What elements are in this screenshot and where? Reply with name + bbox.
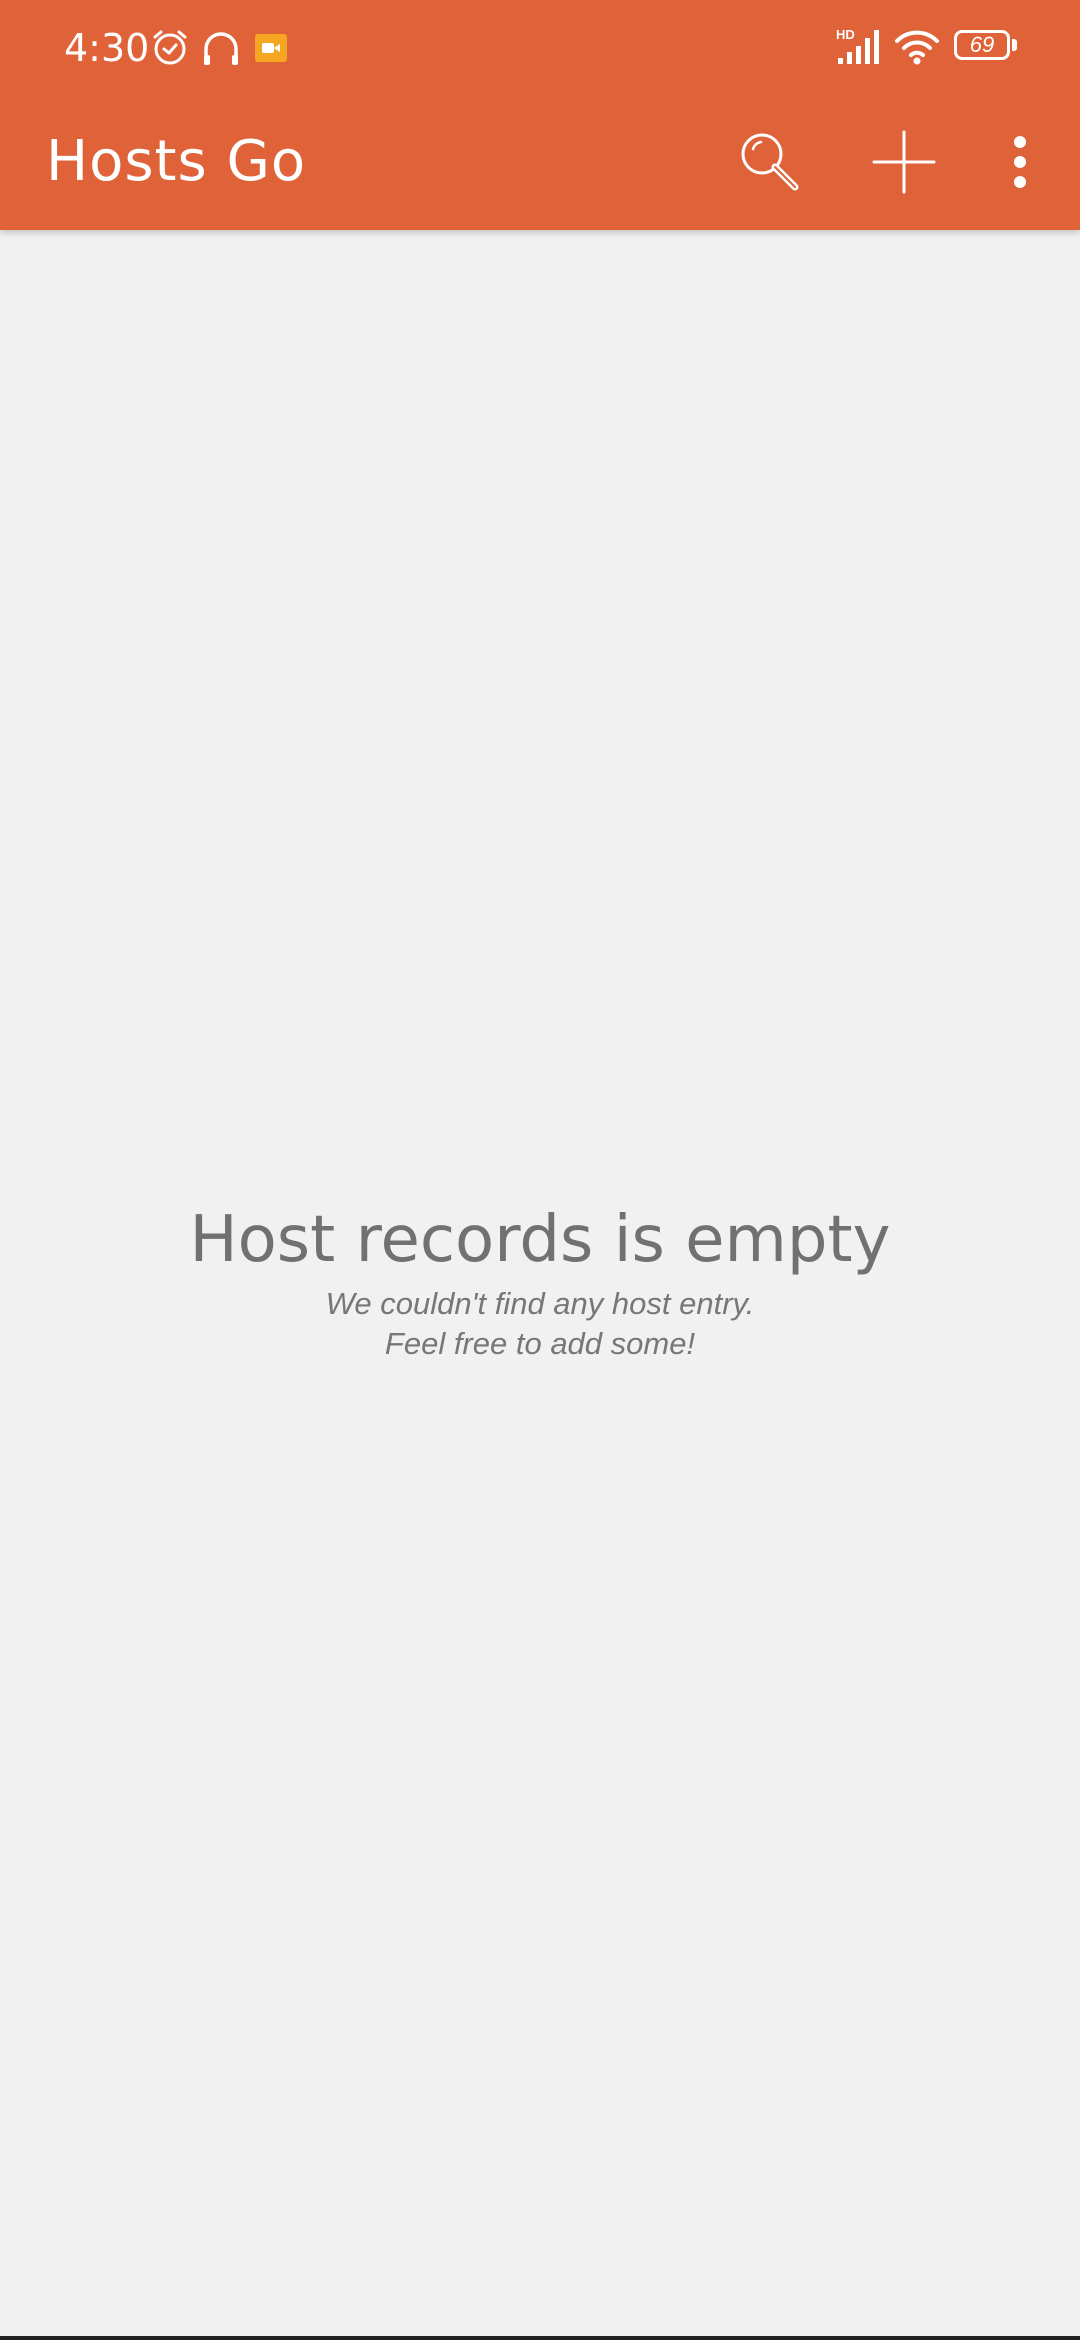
- top-bar: 4:30 HD 69 Hosts Go: [0, 0, 1080, 230]
- battery-level: 69: [969, 32, 995, 57]
- empty-state-title: Host records is empty: [189, 1203, 891, 1277]
- wifi-icon: [895, 30, 939, 65]
- network-badge: HD: [836, 27, 855, 42]
- search-button[interactable]: [722, 114, 818, 210]
- empty-state-message-line2: Feel free to add some!: [384, 1326, 696, 1361]
- add-icon: [872, 130, 936, 194]
- bottom-edge: [0, 2336, 1080, 2340]
- video-record-icon: [255, 34, 287, 62]
- search-icon: [741, 133, 799, 191]
- add-button[interactable]: [856, 114, 952, 210]
- empty-state-message-line1: We couldn't find any host entry.: [325, 1286, 755, 1321]
- app-title: Hosts Go: [46, 129, 307, 194]
- battery-icon: 69: [954, 30, 1020, 66]
- status-time: 4:30: [64, 26, 150, 70]
- app-bar: Hosts Go: [0, 96, 1080, 230]
- more-vert-icon: [1014, 136, 1026, 188]
- more-options-button[interactable]: [972, 114, 1068, 210]
- empty-state: Host records is empty We couldn't find a…: [0, 1200, 1080, 1364]
- signal-icon: HD: [836, 27, 879, 64]
- status-bar: 4:30 HD 69: [0, 0, 1080, 96]
- headphones-icon: [204, 32, 238, 65]
- alarm-icon: [153, 30, 187, 65]
